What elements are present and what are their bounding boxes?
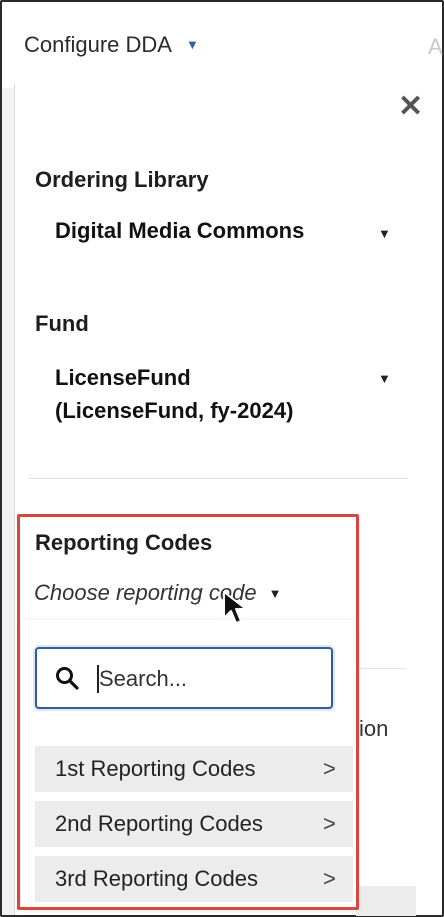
truncated-menu-text[interactable]: A	[428, 34, 443, 60]
background-divider	[356, 668, 406, 669]
background-text-fragment: ion	[359, 716, 389, 741]
close-icon[interactable]: ✕	[398, 92, 423, 122]
caret-down-icon: ▼	[185, 37, 199, 52]
ordering-library-value: Digital Media Commons	[55, 218, 305, 243]
top-bar: Configure DDA ▼ A	[2, 2, 443, 88]
highlight-annotation	[17, 514, 359, 910]
caret-down-icon: ▼	[378, 226, 391, 241]
background-button-fragment	[356, 886, 416, 916]
section-divider	[28, 478, 408, 479]
fund-value-line2: (LicenseFund, fy-2024)	[55, 398, 294, 423]
ordering-library-label: Ordering Library	[35, 167, 209, 192]
configure-dda-label: Configure DDA	[24, 32, 172, 57]
fund-value-line1: LicenseFund	[55, 365, 191, 390]
caret-down-icon: ▼	[378, 371, 391, 386]
mouse-pointer-icon	[223, 591, 247, 624]
fund-label: Fund	[35, 311, 89, 336]
configure-dda-menu[interactable]: Configure DDA ▼	[24, 32, 199, 58]
